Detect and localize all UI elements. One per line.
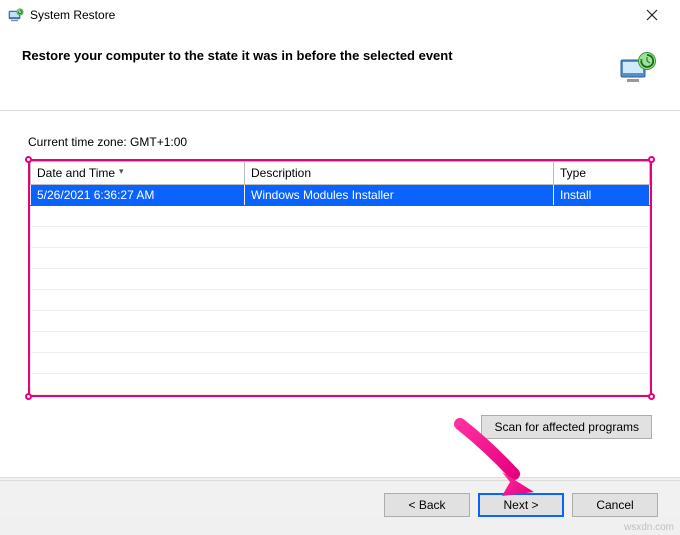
column-header-datetime[interactable]: Date and Time ▾ [31, 162, 245, 185]
system-restore-icon [8, 7, 24, 23]
table-header-row: Date and Time ▾ Description Type [31, 162, 650, 185]
wizard-content: Current time zone: GMT+1:00 Date and Tim… [0, 111, 680, 447]
empty-row [30, 353, 650, 374]
table-empty-area [30, 206, 650, 395]
highlight-handle [25, 393, 32, 400]
timezone-label: Current time zone: GMT+1:00 [28, 135, 652, 149]
empty-row [30, 374, 650, 395]
wizard-header: Restore your computer to the state it wa… [0, 30, 680, 110]
cell-type: Install [554, 185, 650, 206]
watermark: wsxdn.com [624, 522, 674, 533]
column-header-description[interactable]: Description [245, 162, 554, 185]
scan-button-row: Scan for affected programs [28, 415, 652, 439]
back-button[interactable]: < Back [384, 493, 470, 517]
empty-row [30, 248, 650, 269]
empty-row [30, 311, 650, 332]
system-restore-large-icon [618, 48, 658, 88]
restore-points-highlight-frame: Date and Time ▾ Description Type 5/26/20… [28, 159, 652, 397]
wizard-button-bar: < Back Next > Cancel [0, 480, 680, 517]
close-icon [646, 9, 658, 21]
column-header-label: Date and Time [37, 166, 115, 180]
empty-row [30, 332, 650, 353]
highlight-handle [648, 393, 655, 400]
column-header-label: Description [251, 166, 311, 180]
table-row[interactable]: 5/26/2021 6:36:27 AM Windows Modules Ins… [31, 185, 650, 206]
column-header-type[interactable]: Type [554, 162, 650, 185]
cell-description: Windows Modules Installer [245, 185, 554, 206]
column-header-label: Type [560, 166, 586, 180]
empty-row [30, 206, 650, 227]
empty-row [30, 290, 650, 311]
next-button[interactable]: Next > [478, 493, 564, 517]
scan-affected-programs-button[interactable]: Scan for affected programs [481, 415, 652, 439]
cancel-button[interactable]: Cancel [572, 493, 658, 517]
restore-points-table[interactable]: Date and Time ▾ Description Type 5/26/20… [30, 161, 650, 206]
close-button[interactable] [632, 1, 672, 29]
window-title: System Restore [30, 8, 115, 22]
cell-datetime: 5/26/2021 6:36:27 AM [31, 185, 245, 206]
titlebar: System Restore [0, 0, 680, 30]
page-heading: Restore your computer to the state it wa… [22, 48, 606, 63]
empty-row [30, 227, 650, 248]
empty-row [30, 269, 650, 290]
sort-descending-icon: ▾ [119, 166, 124, 177]
